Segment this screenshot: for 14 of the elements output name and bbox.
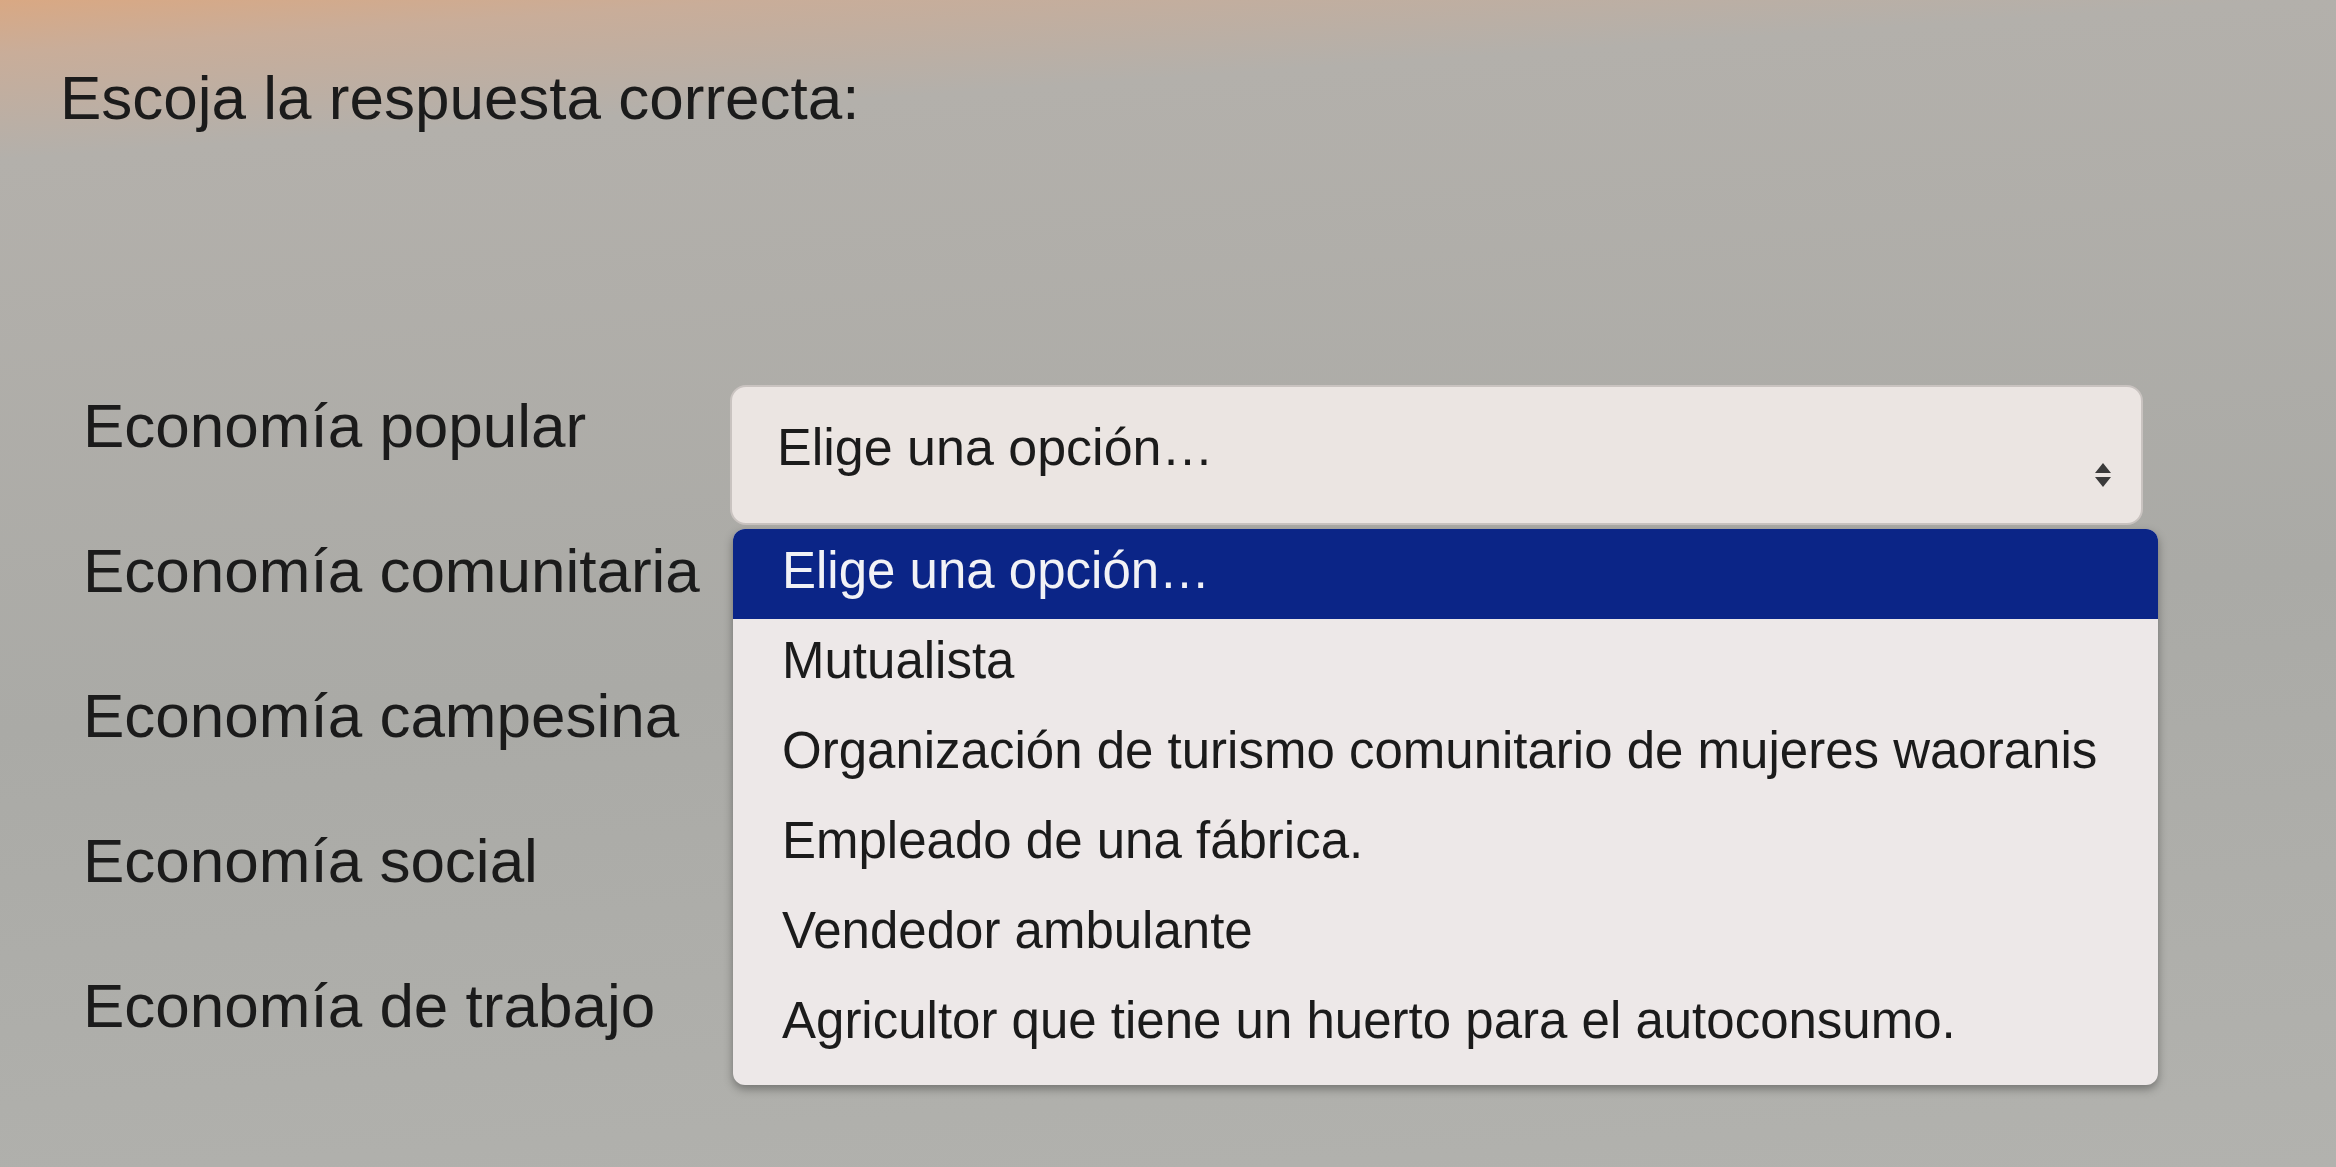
question-prompt: Escoja la respuesta correcta:: [60, 62, 860, 133]
term-label: Economía comunitaria: [83, 535, 700, 606]
dropdown-option[interactable]: Organización de turismo comunitario de mujeres waoranis: [733, 709, 2158, 799]
term-label: Economía popular: [83, 390, 587, 461]
term-label: Economía de trabajo: [83, 970, 656, 1041]
term-label: Economía social: [83, 825, 538, 896]
dropdown-option[interactable]: Mutualista: [733, 619, 2158, 709]
term-label: Economía campesina: [83, 680, 680, 751]
dropdown-option[interactable]: Elige una opción…: [733, 529, 2158, 619]
dropdown-option[interactable]: Agricultor que tiene un huerto para el autoconsumo.: [733, 979, 2158, 1069]
dropdown-option[interactable]: Empleado de una fábrica.: [733, 799, 2158, 889]
up-down-arrows-icon: [2095, 463, 2111, 487]
dropdown-field[interactable]: Elige una opción…: [730, 385, 2143, 525]
dropdown-option[interactable]: Vendedor ambulante: [733, 889, 2158, 979]
